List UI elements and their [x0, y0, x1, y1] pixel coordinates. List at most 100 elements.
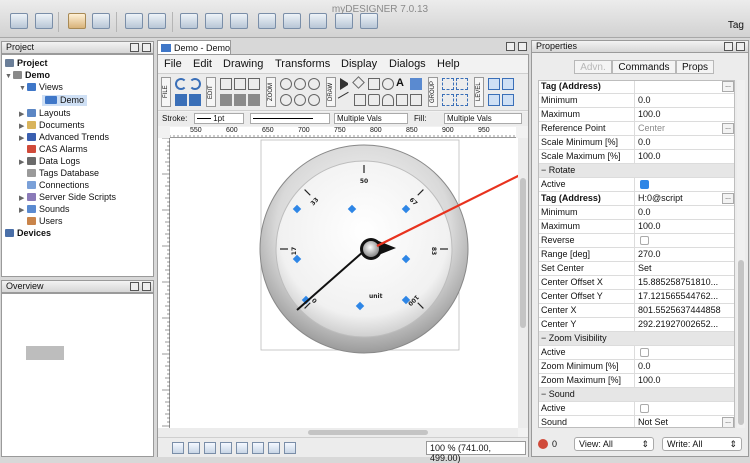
rectangle-icon[interactable] [368, 78, 380, 90]
paste-icon[interactable] [220, 94, 232, 106]
maximize-icon[interactable] [518, 42, 527, 51]
tab-advanced[interactable]: Advn. [574, 60, 612, 74]
menu-display[interactable]: Display [341, 58, 377, 70]
zoom-page-icon[interactable] [294, 94, 306, 106]
ellipsis-button[interactable]: ... [722, 193, 734, 204]
property-row[interactable]: Sound Not Set... [539, 416, 734, 427]
send-back-icon[interactable] [488, 94, 500, 106]
expand-arrow-icon[interactable]: ▶ [19, 109, 27, 120]
guides-icon[interactable] [252, 442, 264, 454]
property-value[interactable]: Not Set [638, 416, 733, 427]
zoom-out-icon[interactable] [294, 78, 306, 90]
property-row[interactable]: Tag (Address) H:0@script... [539, 192, 734, 206]
property-value[interactable]: Center [638, 122, 733, 135]
property-value[interactable]: 270.0 [638, 248, 733, 261]
diamond-icon[interactable] [352, 76, 365, 89]
snapshot-icon[interactable] [188, 442, 200, 454]
property-row[interactable]: Minimum 0.0 [539, 206, 734, 220]
tab-commands[interactable]: Commands [612, 60, 676, 74]
cut-icon[interactable] [220, 78, 232, 90]
zoom-selection-icon[interactable] [280, 94, 292, 106]
tree-item-advanced-trends[interactable]: ▶ Advanced Trends [19, 132, 109, 144]
menu-drawing[interactable]: Drawing [223, 58, 263, 70]
redo-icon[interactable] [189, 78, 201, 90]
zoom-fit-icon[interactable] [308, 78, 320, 90]
expand-arrow-icon[interactable]: ▶ [19, 193, 27, 204]
property-value[interactable]: 100.0 [638, 220, 733, 233]
property-value[interactable]: 17.121565544762... [638, 290, 733, 303]
run-icon[interactable] [360, 13, 378, 29]
fill-color-dropdown[interactable]: Multiple Vals [444, 113, 522, 124]
vertical-scrollbar[interactable] [518, 138, 528, 428]
property-value[interactable]: 100.0 [638, 374, 733, 387]
property-row[interactable]: Scale Maximum [%] 100.0 [539, 150, 734, 164]
property-group-header[interactable]: − Zoom Visibility [539, 332, 734, 346]
layers-icon[interactable] [204, 442, 216, 454]
property-value[interactable]: H:0@script [638, 192, 733, 205]
write-filter-dropdown[interactable]: Write: All ⇕ [662, 437, 742, 451]
tag-colors-icon[interactable] [538, 439, 548, 449]
save-as-icon[interactable] [189, 94, 201, 106]
property-value[interactable]: 0.0 [638, 94, 733, 107]
tree-item-server-side-scripts[interactable]: ▶ Server Side Scripts [19, 192, 116, 204]
tree-item-views[interactable]: ▼ Views [19, 82, 63, 94]
ellipsis-button[interactable]: ... [722, 81, 734, 92]
undo-icon[interactable] [175, 78, 187, 90]
property-group-header[interactable]: − Sound [539, 388, 734, 402]
text-icon[interactable]: A [396, 78, 408, 90]
tree-item-users[interactable]: Users [27, 216, 63, 227]
property-value[interactable]: 15.885258751810... [638, 276, 733, 289]
remove-icon[interactable] [258, 13, 276, 29]
ellipse-icon[interactable] [382, 78, 394, 90]
stroke-color-dropdown[interactable]: Multiple Vals [334, 113, 408, 124]
group-edit-icon[interactable] [442, 94, 454, 106]
property-row[interactable]: Minimum 0.0 [539, 94, 734, 108]
expand-arrow-icon[interactable]: ▶ [19, 121, 27, 132]
property-group-header[interactable]: − Rotate [539, 164, 734, 178]
maximize-icon[interactable] [142, 282, 151, 291]
ruler-toggle-icon[interactable] [268, 442, 280, 454]
maximize-icon[interactable] [736, 42, 745, 51]
property-value[interactable]: 0.0 [638, 206, 733, 219]
group-icon[interactable] [442, 78, 454, 90]
undo-icon[interactable] [68, 13, 86, 29]
save-icon[interactable] [175, 94, 187, 106]
zoom-in-icon[interactable] [280, 78, 292, 90]
delete-icon[interactable] [248, 78, 260, 90]
tree-item-demo[interactable]: ▼ Demo [5, 70, 50, 82]
monitor-icon[interactable] [180, 13, 198, 29]
send-backward-icon[interactable] [502, 94, 514, 106]
delete-view-icon[interactable] [148, 13, 166, 29]
bring-front-icon[interactable] [488, 78, 500, 90]
image-icon[interactable] [410, 78, 422, 90]
tree-item-project[interactable]: Project [5, 58, 48, 69]
ellipsis-button[interactable]: ... [722, 417, 734, 427]
view-filter-dropdown[interactable]: View: All ⇕ [574, 437, 654, 451]
add-monitor-icon[interactable] [205, 13, 223, 29]
fit-page-icon[interactable] [172, 442, 184, 454]
property-row[interactable]: Range [deg] 270.0 [539, 248, 734, 262]
property-value[interactable]: 100.0 [638, 108, 733, 121]
scroll-thumb[interactable] [738, 260, 744, 425]
tree-item-devices[interactable]: Devices [5, 228, 51, 239]
expand-arrow-icon[interactable]: ▶ [19, 205, 27, 216]
snap-grid-icon[interactable] [236, 442, 248, 454]
property-checkbox[interactable] [640, 404, 649, 413]
redo-icon[interactable] [92, 13, 110, 29]
export-icon[interactable] [283, 13, 301, 29]
property-value[interactable]: 0.0 [638, 136, 733, 149]
property-value[interactable]: 292.21927002652... [638, 318, 733, 331]
tree-item-documents[interactable]: ▶ Documents [19, 120, 85, 132]
group-exit-icon[interactable] [456, 94, 468, 106]
property-checkbox[interactable] [640, 348, 649, 357]
property-checkbox[interactable] [640, 236, 649, 245]
tree-item-data-logs[interactable]: ▶ Data Logs [19, 156, 80, 168]
expand-arrow-icon[interactable]: ▶ [19, 157, 27, 168]
property-row[interactable]: Maximum 100.0 [539, 220, 734, 234]
scroll-thumb[interactable] [520, 178, 526, 328]
tab-demo-demo[interactable]: Demo - Demo [157, 40, 231, 55]
gauge-hub[interactable] [363, 241, 379, 257]
tree-item-demo-view[interactable]: Demo [42, 95, 88, 106]
menu-edit[interactable]: Edit [193, 58, 212, 70]
zoom-width-icon[interactable] [308, 94, 320, 106]
